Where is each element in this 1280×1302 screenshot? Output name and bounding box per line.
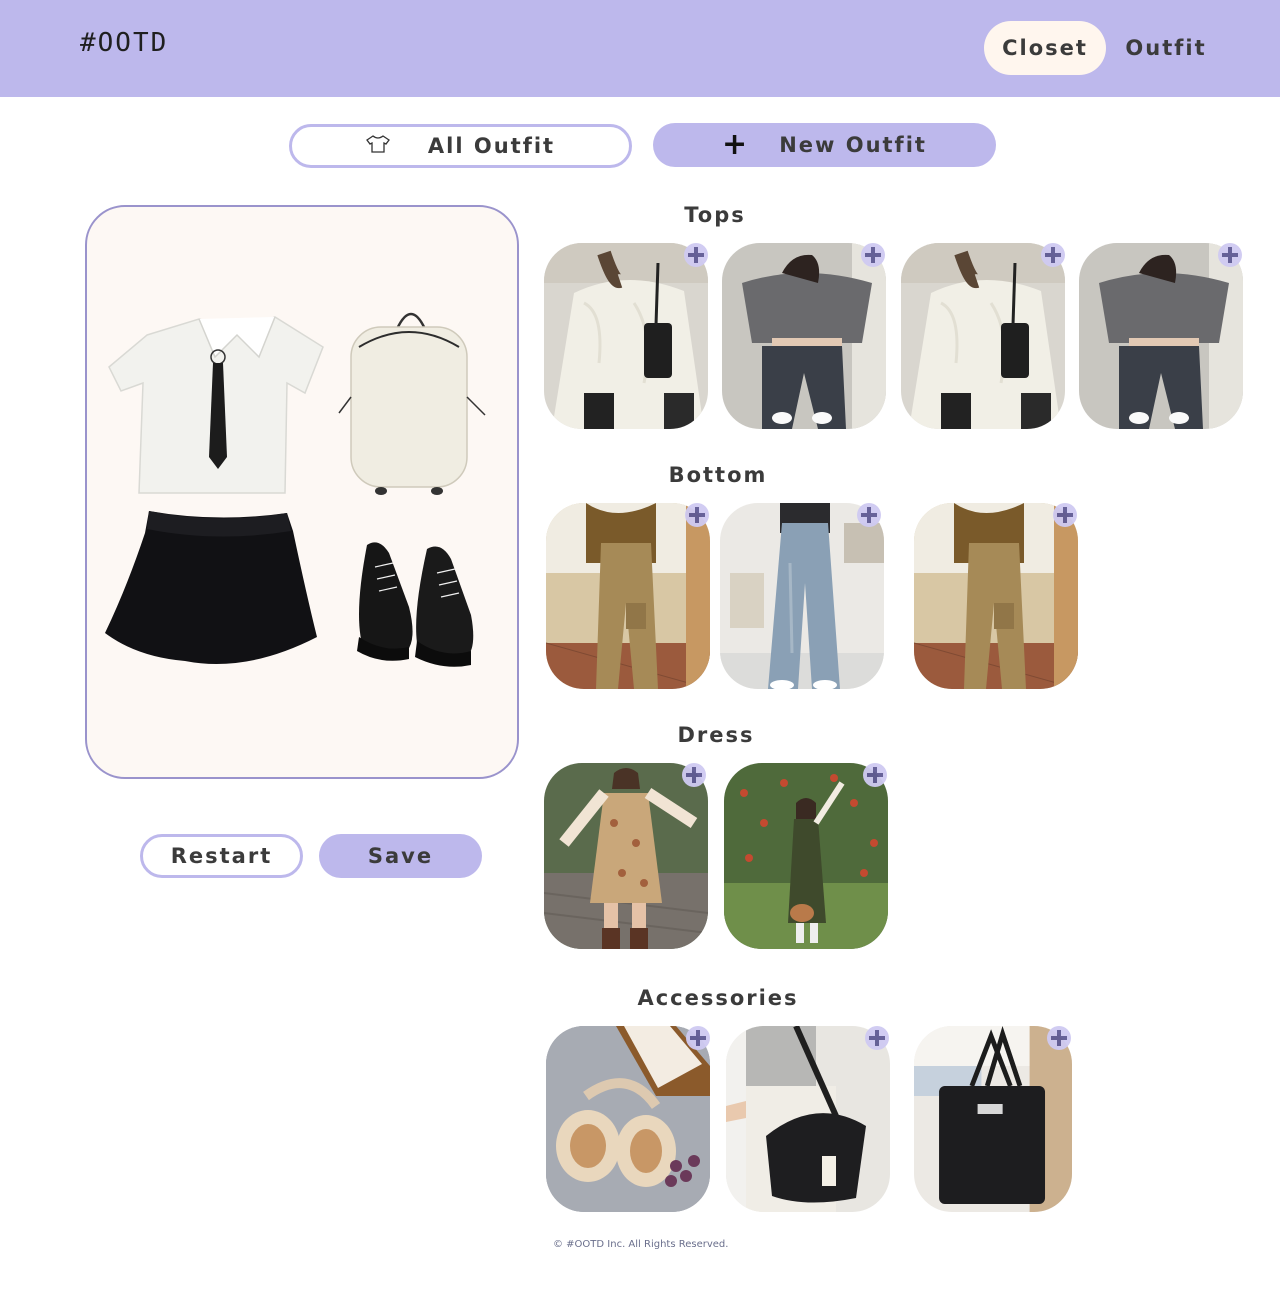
save-button[interactable]: Save — [319, 834, 482, 878]
light-wash-wide-jeans-photo — [720, 503, 884, 689]
dress-item-card[interactable] — [724, 763, 888, 949]
bottom-item-card[interactable] — [720, 503, 884, 689]
add-item-plus-icon[interactable] — [686, 1026, 710, 1050]
black-tote-bag-photo — [914, 1026, 1072, 1212]
black-canvas-shoulder-bag-photo — [726, 1026, 890, 1212]
nav-closet-tab[interactable]: Closet — [984, 21, 1106, 75]
grey-off-shoulder-top-photo — [722, 243, 886, 429]
section-title-tops: Tops — [684, 203, 746, 227]
add-item-plus-icon[interactable] — [861, 243, 885, 267]
footer-copyright: © #OOTD Inc. All Rights Reserved. — [553, 1239, 729, 1250]
plus-icon: + — [722, 127, 750, 162]
fluffy-earmuffs-photo — [546, 1026, 710, 1212]
top-item-card[interactable] — [1079, 243, 1243, 429]
top-item-card[interactable] — [901, 243, 1065, 429]
add-item-plus-icon[interactable] — [1041, 243, 1065, 267]
top-item-card[interactable] — [722, 243, 886, 429]
white-backpack[interactable] — [338, 312, 486, 495]
floral-slip-dress-photo — [544, 763, 708, 949]
top-navbar: #OOTD Closet Outfit — [0, 0, 1280, 97]
all-outfit-button[interactable]: All Outfit — [289, 124, 632, 168]
black-skirt[interactable] — [105, 511, 317, 664]
bottom-item-card[interactable] — [914, 503, 1078, 689]
add-item-plus-icon[interactable] — [682, 763, 706, 787]
restart-button[interactable]: Restart — [140, 834, 303, 878]
grey-off-shoulder-top-photo — [1079, 243, 1243, 429]
accessory-item-card[interactable] — [726, 1026, 890, 1212]
section-title-dress: Dress — [677, 723, 755, 747]
cream-knit-sweater-photo — [901, 243, 1065, 429]
khaki-cargo-pants-photo — [914, 503, 1078, 689]
add-item-plus-icon[interactable] — [865, 1026, 889, 1050]
add-item-plus-icon[interactable] — [1053, 503, 1077, 527]
tshirt-icon — [365, 134, 390, 158]
add-item-plus-icon[interactable] — [1047, 1026, 1071, 1050]
all-outfit-label: All Outfit — [427, 134, 556, 158]
new-outfit-label: New Outfit — [779, 133, 927, 157]
new-outfit-button[interactable]: + New Outfit — [653, 123, 996, 167]
nav-outfit-tab[interactable]: Outfit — [1120, 21, 1212, 75]
section-title-bottom: Bottom — [668, 463, 768, 487]
add-item-plus-icon[interactable] — [857, 503, 881, 527]
outfit-canvas[interactable] — [85, 205, 519, 779]
dress-item-card[interactable] — [544, 763, 708, 949]
bottom-item-card[interactable] — [546, 503, 710, 689]
add-item-plus-icon[interactable] — [685, 503, 709, 527]
olive-pinafore-dress-photo — [724, 763, 888, 949]
cream-knit-sweater-photo — [544, 243, 708, 429]
add-item-plus-icon[interactable] — [863, 763, 887, 787]
top-item-card[interactable] — [544, 243, 708, 429]
accessory-item-card[interactable] — [546, 1026, 710, 1212]
black-platform-shoes[interactable] — [357, 542, 474, 667]
app-logo[interactable]: #OOTD — [80, 28, 168, 58]
accessory-item-card[interactable] — [914, 1026, 1072, 1212]
khaki-cargo-pants-photo — [546, 503, 710, 689]
add-item-plus-icon[interactable] — [1218, 243, 1242, 267]
white-shirt-with-tie[interactable] — [108, 316, 324, 494]
add-item-plus-icon[interactable] — [684, 243, 708, 267]
section-title-accessories: Accessories — [637, 986, 799, 1010]
